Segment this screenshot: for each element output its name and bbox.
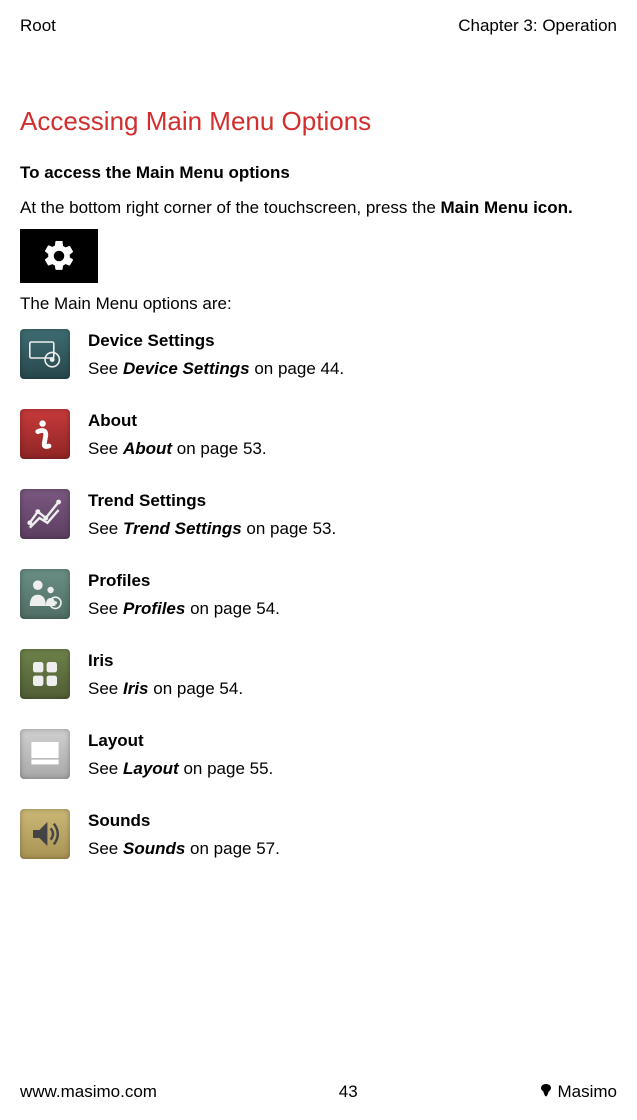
- ref-text: Device Settings: [123, 359, 250, 378]
- info-icon: [20, 409, 70, 459]
- list-item: Iris See Iris on page 54.: [20, 649, 617, 699]
- iris-icon: [20, 649, 70, 699]
- item-title: Device Settings: [88, 331, 344, 351]
- see-text: See: [88, 519, 123, 538]
- intro-bold: Main Menu icon.: [441, 198, 573, 217]
- see-text: See: [88, 439, 123, 458]
- item-desc: See Trend Settings on page 53.: [88, 519, 336, 539]
- profiles-icon: [20, 569, 70, 619]
- item-body: Sounds See Sounds on page 57.: [88, 809, 280, 859]
- item-title: Layout: [88, 731, 273, 751]
- main-menu-icon-image: [20, 229, 98, 283]
- see-text: See: [88, 599, 123, 618]
- item-desc: See Profiles on page 54.: [88, 599, 280, 619]
- item-desc: See About on page 53.: [88, 439, 267, 459]
- item-desc: See Device Settings on page 44.: [88, 359, 344, 379]
- tail-text: on page 53.: [242, 519, 337, 538]
- item-body: About See About on page 53.: [88, 409, 267, 459]
- see-text: See: [88, 359, 123, 378]
- item-desc: See Iris on page 54.: [88, 679, 243, 699]
- trend-icon: [20, 489, 70, 539]
- list-item: Device Settings See Device Settings on p…: [20, 329, 617, 379]
- ref-text: Layout: [123, 759, 179, 778]
- item-title: About: [88, 411, 267, 431]
- tail-text: on page 55.: [179, 759, 274, 778]
- ref-text: About: [123, 439, 172, 458]
- gear-icon: [41, 238, 77, 274]
- tail-text: on page 44.: [250, 359, 345, 378]
- page-header: Root Chapter 3: Operation: [20, 16, 617, 36]
- item-title: Trend Settings: [88, 491, 336, 511]
- header-left: Root: [20, 16, 56, 36]
- see-text: See: [88, 679, 123, 698]
- footer-left: www.masimo.com: [20, 1082, 157, 1102]
- footer-brand: Masimo: [557, 1082, 617, 1102]
- list-item: Trend Settings See Trend Settings on pag…: [20, 489, 617, 539]
- see-text: See: [88, 759, 123, 778]
- ref-text: Profiles: [123, 599, 185, 618]
- section-title: Accessing Main Menu Options: [20, 106, 617, 137]
- tail-text: on page 54.: [149, 679, 244, 698]
- sub-heading: To access the Main Menu options: [20, 163, 617, 183]
- item-body: Profiles See Profiles on page 54.: [88, 569, 280, 619]
- list-item: Layout See Layout on page 55.: [20, 729, 617, 779]
- list-item: Sounds See Sounds on page 57.: [20, 809, 617, 859]
- menu-items: Device Settings See Device Settings on p…: [20, 329, 617, 859]
- ref-text: Sounds: [123, 839, 185, 858]
- item-title: Profiles: [88, 571, 280, 591]
- footer-right: Masimo: [539, 1082, 617, 1102]
- sounds-icon: [20, 809, 70, 859]
- options-are-text: The Main Menu options are:: [20, 293, 617, 315]
- device-settings-icon: [20, 329, 70, 379]
- item-title: Sounds: [88, 811, 280, 831]
- layout-icon: [20, 729, 70, 779]
- footer-page-number: 43: [339, 1082, 358, 1102]
- item-body: Device Settings See Device Settings on p…: [88, 329, 344, 379]
- ref-text: Iris: [123, 679, 149, 698]
- masimo-logo-icon: [539, 1083, 553, 1101]
- intro-pre: At the bottom right corner of the touchs…: [20, 198, 441, 217]
- page-footer: www.masimo.com 43 Masimo: [20, 1082, 617, 1102]
- tail-text: on page 54.: [185, 599, 280, 618]
- item-title: Iris: [88, 651, 243, 671]
- item-body: Trend Settings See Trend Settings on pag…: [88, 489, 336, 539]
- header-right: Chapter 3: Operation: [458, 16, 617, 36]
- item-body: Layout See Layout on page 55.: [88, 729, 273, 779]
- list-item: About See About on page 53.: [20, 409, 617, 459]
- item-desc: See Sounds on page 57.: [88, 839, 280, 859]
- item-body: Iris See Iris on page 54.: [88, 649, 243, 699]
- see-text: See: [88, 839, 123, 858]
- item-desc: See Layout on page 55.: [88, 759, 273, 779]
- tail-text: on page 53.: [172, 439, 267, 458]
- tail-text: on page 57.: [185, 839, 280, 858]
- list-item: Profiles See Profiles on page 54.: [20, 569, 617, 619]
- ref-text: Trend Settings: [123, 519, 242, 538]
- intro-text: At the bottom right corner of the touchs…: [20, 197, 617, 219]
